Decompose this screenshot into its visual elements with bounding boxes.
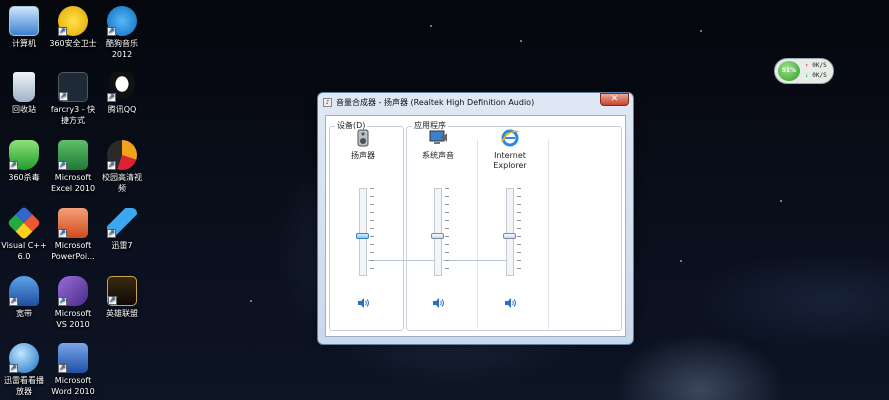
- desktop-icon-label: Microsoft Word 2010: [51, 376, 95, 396]
- network-usage-percent: 51%: [778, 61, 800, 81]
- channel-name: 扬声器: [351, 151, 375, 160]
- channel-name: 系统声音: [422, 151, 454, 160]
- system-sounds-icon[interactable]: [428, 128, 448, 148]
- league-of-legends-icon: [107, 276, 137, 306]
- desktop-icon-qq[interactable]: 腾讯QQ: [90, 72, 154, 115]
- excel-icon: [58, 140, 88, 170]
- download-arrow-icon: ↓: [805, 72, 809, 79]
- xunlei-bird-icon: [107, 208, 137, 238]
- slider-ticks: [370, 188, 374, 276]
- 360-plus-icon: [58, 6, 88, 36]
- shortcut-arrow-icon: [9, 362, 18, 373]
- shortcut-arrow-icon: [107, 159, 116, 170]
- desktop-icon-kugou[interactable]: 酷狗音乐 2012: [90, 6, 154, 60]
- star: [430, 25, 432, 27]
- desktop-icon-label: 迅雷7: [111, 241, 133, 250]
- shortcut-arrow-icon: [58, 362, 67, 373]
- speaker-icon[interactable]: [353, 128, 373, 148]
- desktop-icon-label: 英雄联盟: [106, 309, 138, 318]
- desktop-icon-campus-video[interactable]: 校园高清视 频: [90, 140, 154, 194]
- mute-speaker-icon[interactable]: [432, 293, 444, 308]
- slider-link-line: [443, 260, 511, 261]
- volume-slider-thumb[interactable]: [431, 233, 444, 240]
- upload-speed: ↑ 0K/S: [805, 62, 827, 69]
- channel-divider: [548, 139, 549, 329]
- shortcut-arrow-icon: [58, 25, 67, 36]
- powerpoint-icon: [58, 208, 88, 238]
- channel-name: Internet Explorer: [493, 151, 527, 170]
- media-player-icon: [9, 343, 39, 373]
- desktop-icon-label: 校园高清视 频: [102, 173, 142, 193]
- star: [700, 30, 702, 32]
- volume-mixer-window[interactable]: ♪ 音量合成器 - 扬声器 (Realtek High Definition A…: [317, 92, 634, 345]
- shortcut-arrow-icon: [9, 159, 18, 170]
- qq-penguin-icon: [107, 72, 137, 102]
- shortcut-arrow-icon: [107, 227, 116, 238]
- volume-slider-track[interactable]: [359, 188, 367, 276]
- channel-system-sounds: 系统声音: [403, 128, 473, 308]
- slider-link-line: [368, 260, 438, 261]
- window-title: 音量合成器 - 扬声器 (Realtek High Definition Aud…: [336, 98, 535, 107]
- shortcut-arrow-icon: [108, 294, 117, 305]
- desktop-icon-label: 腾讯QQ: [107, 105, 137, 114]
- slider-ticks: [445, 188, 449, 276]
- star: [780, 200, 782, 202]
- desktop-icon-label: 酷狗音乐 2012: [106, 39, 138, 59]
- mixer-client-area: 设备(D) 应用程序 扬声器 系统声音 Internet Explorer: [325, 115, 626, 337]
- word-icon: [58, 343, 88, 373]
- volume-slider-track[interactable]: [506, 188, 514, 276]
- channel-internet-explorer: Internet Explorer: [475, 128, 545, 308]
- mute-speaker-icon[interactable]: [357, 293, 369, 308]
- computer-icon: [9, 6, 39, 36]
- shortcut-arrow-icon: [107, 25, 116, 36]
- shortcut-arrow-icon: [59, 90, 68, 101]
- desktop-icon-xunlei7[interactable]: 迅雷7: [90, 208, 154, 251]
- visual-cpp-icon: [7, 206, 41, 240]
- network-speed-widget[interactable]: 51% ↑ 0K/S ↓ 0K/S: [774, 58, 834, 84]
- shortcut-arrow-icon: [58, 295, 67, 306]
- desktop-icon-word[interactable]: Microsoft Word 2010: [41, 343, 105, 397]
- shortcut-arrow-icon: [58, 227, 67, 238]
- network-icon: [9, 276, 39, 306]
- title-bar[interactable]: ♪ 音量合成器 - 扬声器 (Realtek High Definition A…: [318, 93, 633, 112]
- volume-slider-track[interactable]: [434, 188, 442, 276]
- channel-speakers: 扬声器: [328, 128, 398, 308]
- star: [520, 40, 522, 42]
- upload-speed-value: 0K/S: [812, 62, 827, 69]
- shield-icon: [9, 140, 39, 170]
- volume-slider-thumb[interactable]: [503, 233, 516, 240]
- star: [680, 260, 682, 262]
- upload-arrow-icon: ↑: [805, 62, 809, 69]
- shortcut-arrow-icon: [107, 91, 116, 102]
- video-player-icon: [107, 140, 137, 170]
- recycle-bin-icon: [13, 72, 35, 102]
- download-speed: ↓ 0K/S: [805, 72, 827, 79]
- close-button[interactable]: ✕: [600, 93, 629, 106]
- kugou-icon: [107, 6, 137, 36]
- internet-explorer-icon[interactable]: [500, 128, 520, 148]
- mixer-app-icon[interactable]: ♪: [323, 98, 332, 107]
- farcry3-icon: [58, 72, 88, 102]
- mute-speaker-icon[interactable]: [504, 293, 516, 308]
- slider-ticks: [517, 188, 521, 276]
- volume-slider-thumb[interactable]: [356, 233, 369, 240]
- star: [250, 300, 252, 302]
- desktop-icon-lol[interactable]: 英雄联盟: [90, 276, 154, 319]
- shortcut-arrow-icon: [58, 159, 67, 170]
- shortcut-arrow-icon: [9, 295, 18, 306]
- download-speed-value: 0K/S: [812, 72, 827, 79]
- visual-studio-icon: [58, 276, 88, 306]
